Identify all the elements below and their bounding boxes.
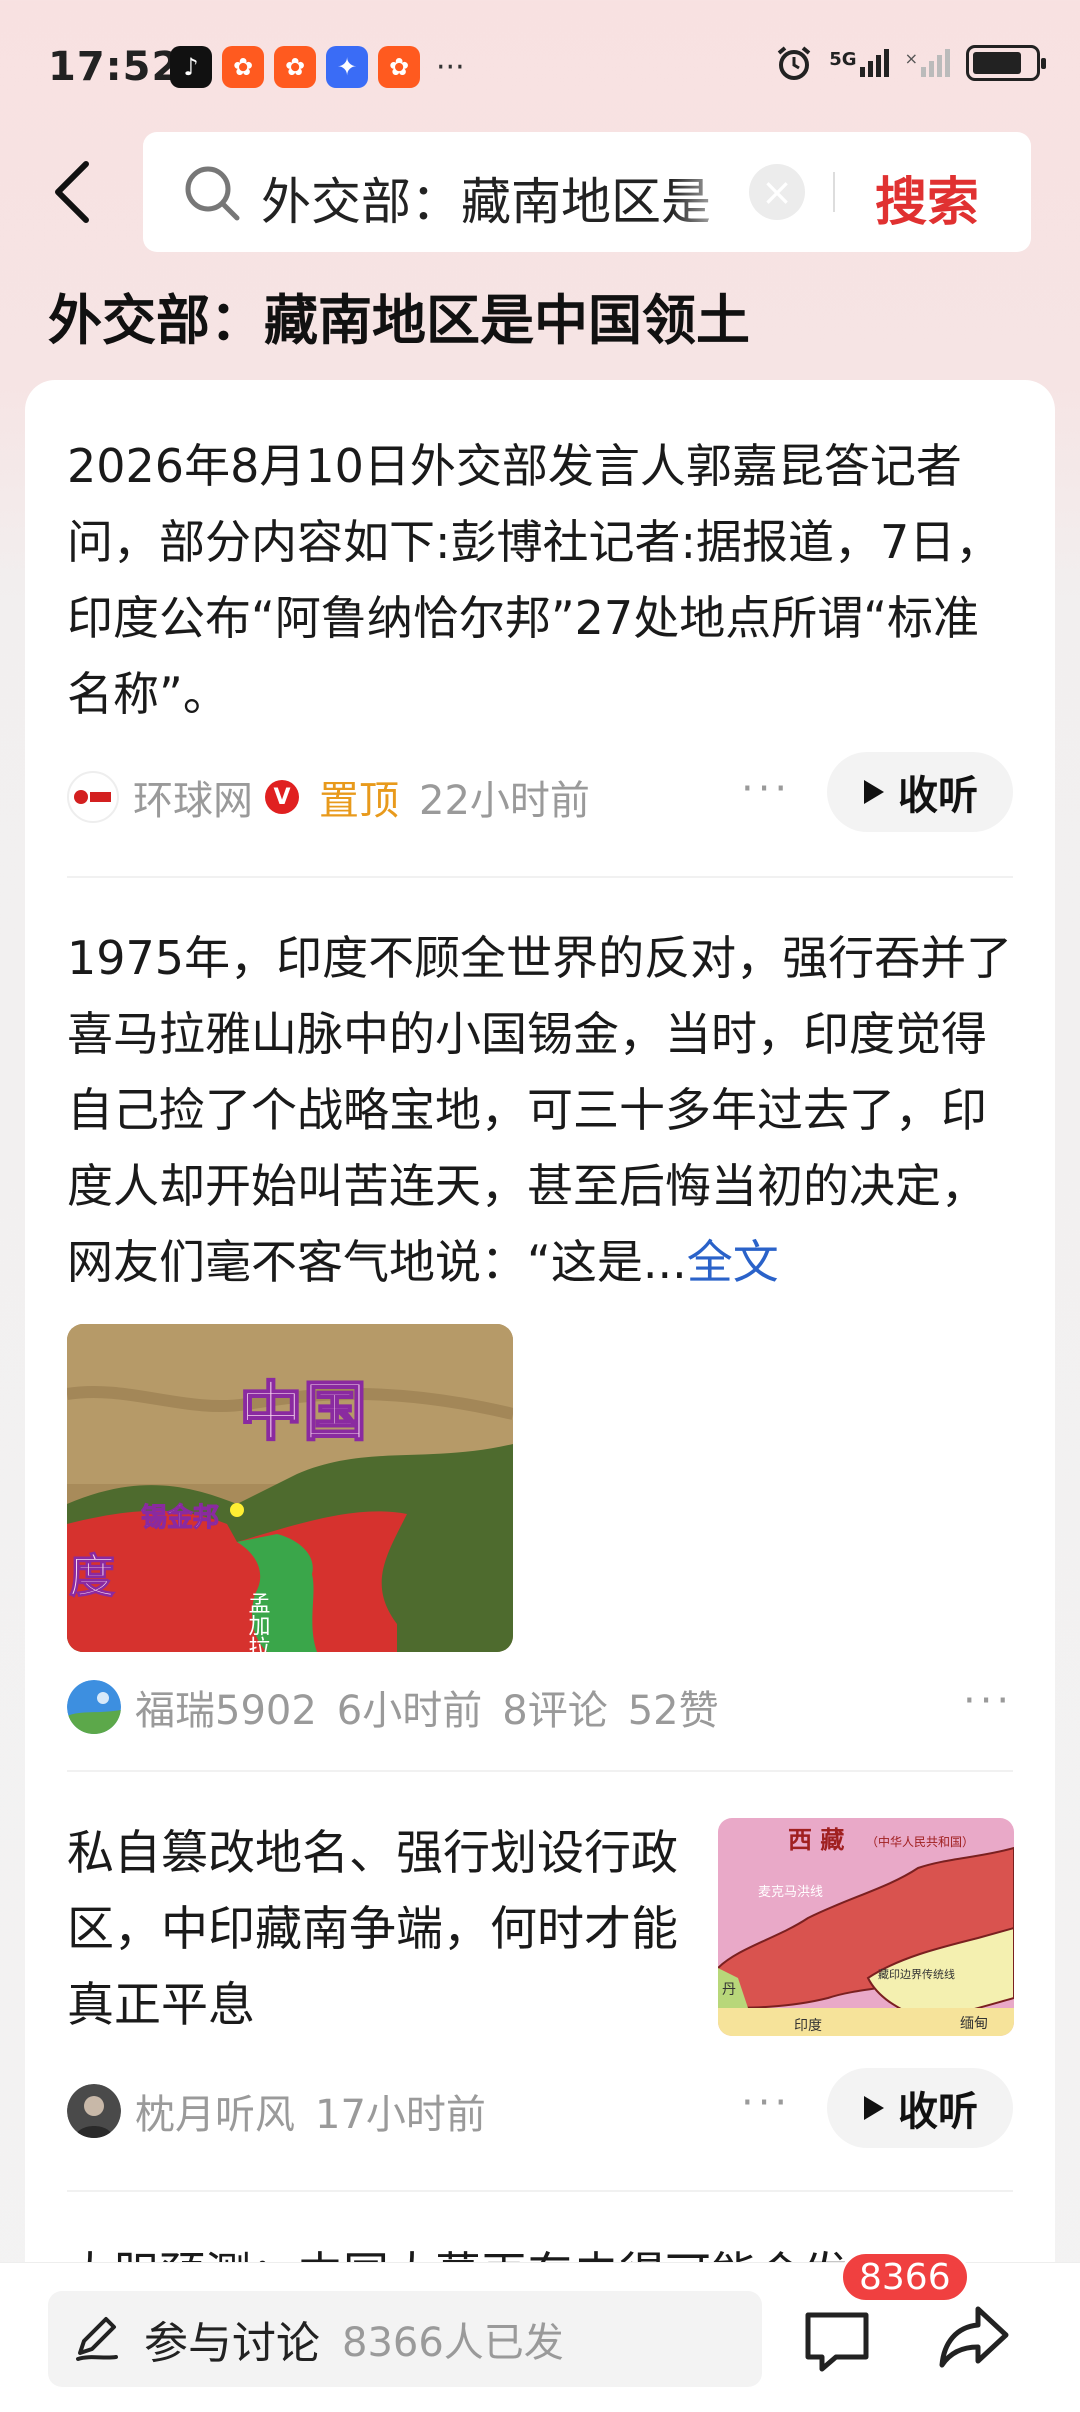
read-more-link[interactable]: 全文 [687,1235,779,1289]
post-time: 22小时前 [419,778,590,824]
search-bar[interactable]: 外交部：藏南地区是 × 搜索 [143,132,1031,252]
svg-text:缅甸: 缅甸 [960,2016,988,2032]
comment-count: 8评论 [502,1688,608,1734]
more-options-icon[interactable]: ··· [963,1678,1013,1724]
share-icon [939,2306,1009,2368]
listen-button[interactable]: 收听 [827,2068,1013,2148]
search-icon [185,166,240,221]
avatar[interactable] [67,1680,121,1734]
comment-icon [805,2312,869,2372]
article-text[interactable]: 1975年，印度不顾全世界的反对，强行吞并了喜马拉雅山脉中的小国锡金，当时，印度… [67,920,1017,1300]
svg-text:锡金邦: 锡金邦 [141,1502,219,1533]
battery-icon [966,45,1046,81]
divider [67,876,1013,878]
avatar[interactable] [67,2084,121,2138]
map-image-tibet[interactable]: 西 藏 （中华人民共和国） 麦克马洪线 藏印边界传统线 印度 缅甸 丹 [718,1818,1014,2036]
verified-icon: V [265,780,299,814]
discussion-count: 8366人已发 [342,2320,564,2366]
svg-text:丹: 丹 [722,1982,736,1998]
search-input[interactable]: 外交部：藏南地区是 [261,162,741,234]
list-item[interactable]: 私自篡改地名、强行划设行政区，中印藏南争端，何时才能真正平息 [67,1816,717,2044]
status-bar: 17:52 ♪ ✿ ✿ ✦ ✿ ··· 5G × [0,0,1080,130]
author-name[interactable]: 枕月听风 [135,2082,295,2140]
post-time: 17小时前 [315,2092,486,2138]
map-image-sikkim[interactable]: 中国 锡金邦 度 孟加拉 [67,1324,513,1652]
app-notification-icon: ✦ [326,46,368,88]
pen-icon [76,2317,118,2361]
article-meta: 环球网 V 置顶 22小时前 [67,768,590,826]
list-item[interactable]: 1975年，印度不顾全世界的反对，强行吞并了喜马拉雅山脉中的小国锡金，当时，印度… [67,920,1017,1300]
play-icon [864,780,884,804]
results-card: 2026年8月10日外交部发言人郭嘉昆答记者问，部分内容如下:彭博社记者:据报道… [25,380,1055,2412]
divider [67,2190,1013,2192]
alarm-icon [778,46,811,80]
divider [67,1770,1013,1772]
notification-icons: ♪ ✿ ✿ ✦ ✿ ··· [170,46,465,88]
play-icon [864,2096,884,2120]
svg-text:中国: 中国 [239,1376,367,1450]
discussion-label: 参与讨论 [144,2318,320,2369]
list-item[interactable]: 2026年8月10日外交部发言人郭嘉昆答记者问，部分内容如下:彭博社记者:据报道… [67,428,1017,732]
more-options-icon[interactable]: ··· [741,766,791,812]
svg-text:藏印边界传统线: 藏印边界传统线 [878,1967,955,1981]
article-text[interactable]: 2026年8月10日外交部发言人郭嘉昆答记者问，部分内容如下:彭博社记者:据报道… [67,428,1017,732]
signal-5g-icon: 5G [829,49,889,77]
author-name[interactable]: 福瑞5902 [135,1678,317,1736]
comment-count-badge: 8366 [840,2251,970,2303]
status-time: 17:52 [48,44,181,90]
article-meta: 枕月听风 17小时前 [67,2082,486,2140]
discussion-input[interactable]: 参与讨论 8366人已发 [48,2291,762,2387]
source-logo-icon [67,771,119,823]
more-options-icon[interactable]: ··· [741,2080,791,2126]
article-meta: 福瑞5902 6小时前 8评论 52赞 [67,1678,719,1736]
svg-text:度: 度 [69,1549,115,1603]
comments-button[interactable] [800,2291,880,2381]
bottom-bar: 参与讨论 8366人已发 8366 [0,2251,1080,2412]
svg-text:麦克马洪线: 麦克马洪线 [758,1885,823,1900]
svg-text:印度: 印度 [794,2018,822,2034]
share-button[interactable] [936,2299,1016,2379]
tiktok-icon: ♪ [170,46,212,88]
listen-button[interactable]: 收听 [827,752,1013,832]
search-button[interactable]: 搜索 [875,160,979,235]
more-notifications-icon: ··· [436,49,465,85]
app-notification-icon: ✿ [378,46,420,88]
source-name[interactable]: 环球网 [133,768,253,826]
pinned-badge: 置顶 [319,778,399,824]
system-status: 5G × [775,44,1046,82]
page-title: 外交部：藏南地区是中国领土 [48,289,750,352]
like-count: 52赞 [627,1688,719,1734]
post-time: 6小时前 [336,1688,483,1734]
close-icon: × [761,170,793,214]
svg-text:（中华人民共和国）: （中华人民共和国） [866,1834,974,1849]
signal-secondary-icon: × [905,49,950,77]
svg-text:孟加拉: 孟加拉 [245,1592,271,1652]
article-text[interactable]: 私自篡改地名、强行划设行政区，中印藏南争端，何时才能真正平息 [67,1816,717,2044]
app-notification-icon: ✿ [274,46,316,88]
svg-text:西 藏: 西 藏 [788,1826,844,1854]
chevron-left-icon [55,161,89,223]
app-notification-icon: ✿ [222,46,264,88]
back-button[interactable] [42,152,102,232]
clear-search-button[interactable]: × [749,164,805,220]
divider [833,172,835,212]
